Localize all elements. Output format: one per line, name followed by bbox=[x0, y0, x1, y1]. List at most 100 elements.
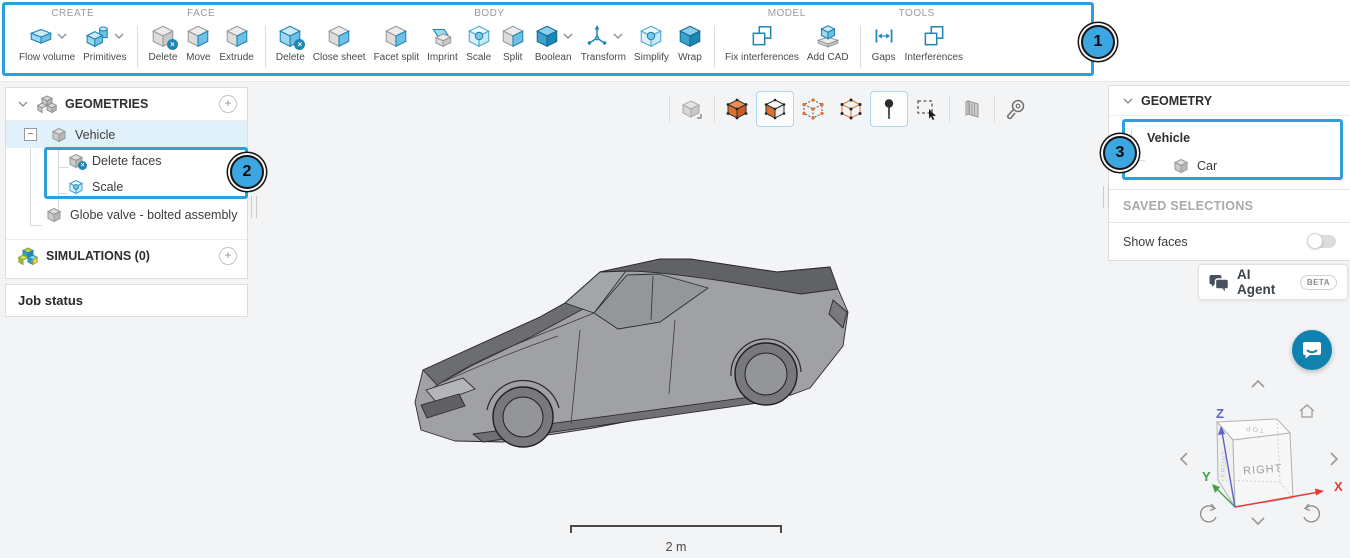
interferences-button[interactable]: Interferences bbox=[901, 21, 967, 63]
hide-face-icon[interactable] bbox=[953, 91, 991, 127]
chat-launcher-button[interactable] bbox=[1292, 330, 1332, 370]
delete-body-button[interactable]: × Delete bbox=[272, 21, 309, 63]
callout-1: 1 bbox=[1081, 25, 1115, 59]
extrude-face-button[interactable]: Extrude bbox=[215, 21, 257, 63]
chevron-down-icon[interactable] bbox=[613, 33, 623, 39]
select-face-icon[interactable] bbox=[756, 91, 794, 127]
rotate-left-chevron-icon[interactable] bbox=[1181, 453, 1187, 465]
select-volume-icon[interactable] bbox=[718, 91, 756, 127]
add-cad-icon bbox=[815, 23, 841, 49]
probe-point-icon[interactable] bbox=[870, 91, 908, 127]
ai-agent-button[interactable]: AI Agent BETA bbox=[1198, 264, 1348, 300]
rotate-down-chevron-icon[interactable] bbox=[1252, 518, 1264, 524]
tree-item-globe-valve[interactable]: Globe valve - bolted assembly bbox=[6, 200, 247, 230]
scale-bar-label: 2 m bbox=[570, 540, 782, 554]
measure-icon[interactable] bbox=[998, 91, 1036, 127]
interferences-icon bbox=[921, 23, 947, 49]
button-label: Flow volume bbox=[19, 52, 75, 63]
collapse-icon[interactable]: − bbox=[24, 128, 37, 141]
separator bbox=[949, 96, 950, 122]
delete-badge-icon: × bbox=[294, 39, 305, 50]
geometry-panel: GEOMETRY Vehicle Car SAVED SELECTIONS Sh… bbox=[1108, 85, 1350, 261]
button-label: Delete bbox=[148, 52, 177, 63]
button-label: Add CAD bbox=[807, 52, 849, 63]
button-label: Transform bbox=[581, 52, 626, 63]
flow-volume-icon bbox=[28, 23, 54, 49]
tree-item-vehicle[interactable]: − Vehicle bbox=[6, 121, 247, 148]
tree-item-vehicle[interactable]: Vehicle bbox=[1109, 124, 1350, 152]
scene-tree-panel: GEOMETRIES + − Vehicle × Delete faces Sc… bbox=[5, 87, 248, 279]
wrap-button[interactable]: Wrap bbox=[673, 21, 707, 63]
callout-3: 3 bbox=[1103, 136, 1137, 170]
selection-toolbar bbox=[666, 90, 1036, 128]
group-label: CREATE bbox=[51, 4, 94, 21]
delete-face-button[interactable]: × Delete bbox=[144, 21, 181, 63]
select-edge-icon[interactable] bbox=[794, 91, 832, 127]
tree-item-scale[interactable]: Scale bbox=[6, 174, 247, 200]
panel-resize-handle[interactable] bbox=[1103, 186, 1109, 208]
simplify-button[interactable]: Simplify bbox=[630, 21, 673, 63]
group-label: BODY bbox=[474, 4, 504, 21]
separator bbox=[994, 96, 995, 122]
show-faces-row: Show faces bbox=[1109, 222, 1350, 260]
cube-icon bbox=[1173, 158, 1189, 174]
view-cube[interactable]: RIGHT TOP FRONT bbox=[1217, 419, 1293, 507]
chevron-down-icon[interactable] bbox=[57, 33, 67, 39]
fix-interferences-button[interactable]: Fix interferences bbox=[721, 21, 803, 63]
button-label: Fix interferences bbox=[725, 52, 799, 63]
scale-operation-icon bbox=[68, 179, 84, 195]
chevron-down-icon[interactable] bbox=[18, 101, 28, 107]
transform-button[interactable]: Transform bbox=[577, 21, 630, 63]
imprint-button[interactable]: Imprint bbox=[423, 21, 462, 63]
home-view-icon[interactable] bbox=[1300, 405, 1314, 417]
chevron-down-icon[interactable] bbox=[1123, 98, 1133, 104]
select-vertex-icon[interactable] bbox=[832, 91, 870, 127]
job-status-panel[interactable]: Job status bbox=[5, 284, 248, 317]
rotate-right-chevron-icon[interactable] bbox=[1331, 453, 1337, 465]
view-cube-widget[interactable]: RIGHT TOP FRONT X Y Z bbox=[1172, 374, 1348, 554]
boolean-button[interactable]: Boolean bbox=[530, 21, 577, 63]
primitives-button[interactable]: Primitives bbox=[79, 21, 130, 63]
tree-item-label: Globe valve - bolted assembly bbox=[70, 208, 237, 222]
saved-selections-header[interactable]: SAVED SELECTIONS bbox=[1109, 189, 1350, 222]
box-select-icon[interactable] bbox=[908, 91, 946, 127]
rotate-up-chevron-icon[interactable] bbox=[1252, 381, 1264, 387]
show-faces-toggle[interactable] bbox=[1308, 235, 1336, 248]
simulations-section-header[interactable]: SIMULATIONS (0) + bbox=[6, 240, 247, 271]
split-button[interactable]: Split bbox=[496, 21, 530, 63]
show-body-icon[interactable] bbox=[673, 91, 711, 127]
geometry-title: GEOMETRY bbox=[1141, 94, 1212, 108]
chevron-down-icon[interactable] bbox=[563, 33, 573, 39]
flow-volume-button[interactable]: Flow volume bbox=[15, 21, 79, 63]
close-sheet-button[interactable]: Close sheet bbox=[309, 21, 370, 63]
callout-2: 2 bbox=[230, 155, 264, 189]
move-face-button[interactable]: Move bbox=[181, 21, 215, 63]
separator bbox=[669, 96, 670, 122]
fix-interferences-icon bbox=[749, 23, 775, 49]
roll-ccw-icon[interactable] bbox=[1201, 504, 1216, 522]
geometry-section-header[interactable]: GEOMETRY bbox=[1109, 86, 1350, 116]
geometries-section-header[interactable]: GEOMETRIES + bbox=[6, 88, 247, 121]
add-cad-button[interactable]: Add CAD bbox=[803, 21, 853, 63]
add-geometry-button[interactable]: + bbox=[219, 95, 237, 113]
toolbar-group-create: CREATE Flow volume Primitives bbox=[8, 4, 137, 76]
cad-toolbar: CREATE Flow volume Primitives FACE × Del… bbox=[0, 0, 1350, 82]
toggle-knob bbox=[1307, 233, 1323, 249]
gaps-icon bbox=[871, 23, 897, 49]
car-3d-model[interactable] bbox=[413, 242, 858, 452]
panel-resize-handle[interactable] bbox=[251, 196, 257, 218]
chevron-down-icon[interactable] bbox=[114, 33, 124, 39]
delete-badge-icon: × bbox=[167, 39, 178, 50]
scale-button[interactable]: Scale bbox=[462, 21, 496, 63]
scale-icon bbox=[466, 23, 492, 49]
tree-item-delete-faces[interactable]: × Delete faces bbox=[6, 148, 247, 174]
button-label: Wrap bbox=[678, 52, 702, 63]
tree-item-car[interactable]: Car bbox=[1109, 152, 1350, 180]
button-label: Facet split bbox=[374, 52, 420, 63]
tree-item-label: Vehicle bbox=[75, 128, 115, 142]
gaps-button[interactable]: Gaps bbox=[867, 21, 901, 63]
facet-split-button[interactable]: Facet split bbox=[370, 21, 424, 63]
roll-cw-icon[interactable] bbox=[1304, 504, 1319, 522]
simplify-icon bbox=[638, 23, 664, 49]
add-simulation-button[interactable]: + bbox=[219, 247, 237, 265]
